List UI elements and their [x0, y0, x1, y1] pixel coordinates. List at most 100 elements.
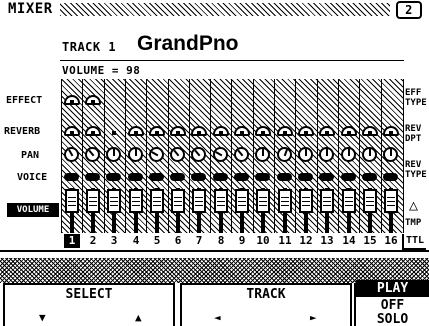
pan-knob-icon[interactable]: [319, 147, 334, 162]
reverb-level-icon[interactable]: [112, 131, 116, 135]
pan-knob-icon[interactable]: [362, 147, 377, 162]
volume-fader-handle[interactable]: [363, 189, 377, 213]
channel-number[interactable]: 11: [277, 234, 293, 248]
pan-pointer: [348, 149, 350, 156]
volume-fader-handle[interactable]: [235, 189, 249, 213]
volume-fader-handle[interactable]: [384, 189, 398, 213]
track-left-arrow-icon[interactable]: ◄: [214, 311, 221, 324]
volume-fader-handle[interactable]: [86, 189, 100, 213]
volume-fader-handle[interactable]: [299, 189, 313, 213]
voice-indicator-icon[interactable]: [213, 173, 228, 181]
channel-number[interactable]: 4: [128, 234, 144, 248]
track-button-group: TRACK ◄ ►: [180, 283, 352, 326]
channel-number[interactable]: 2: [85, 234, 101, 248]
pan-knob-icon[interactable]: [255, 147, 270, 162]
eff-type-button[interactable]: EFF TYPE: [405, 88, 427, 108]
channel-number[interactable]: 15: [362, 234, 378, 248]
total-button[interactable]: TTL: [402, 234, 426, 250]
voice-indicator-icon[interactable]: [362, 173, 377, 181]
reverb-level-icon[interactable]: [383, 126, 399, 136]
pan-knob-icon[interactable]: [85, 147, 100, 162]
volume-readout: VOLUME = 98: [62, 64, 141, 77]
track-right-arrow-icon[interactable]: ►: [310, 311, 317, 324]
voice-indicator-icon[interactable]: [383, 173, 398, 181]
play-off-option[interactable]: OFF: [356, 298, 429, 313]
pan-knob-icon[interactable]: [149, 147, 164, 162]
rev-depth-button[interactable]: REV DPT: [405, 124, 421, 144]
pan-knob-icon[interactable]: [64, 147, 79, 162]
volume-fader-handle[interactable]: [65, 189, 79, 213]
channel-number[interactable]: 7: [191, 234, 207, 248]
channel-number[interactable]: 3: [106, 234, 122, 248]
reverb-level-icon[interactable]: [64, 126, 80, 136]
reverb-level-icon[interactable]: [149, 126, 165, 136]
volume-fader-handle[interactable]: [256, 189, 270, 213]
reverb-level-icon[interactable]: [234, 126, 250, 136]
reverb-level-icon[interactable]: [255, 126, 271, 136]
channel-number[interactable]: 16: [383, 234, 399, 248]
channel-number[interactable]: 10: [255, 234, 271, 248]
channel-number[interactable]: 5: [149, 234, 165, 248]
volume-fader-handle[interactable]: [192, 189, 206, 213]
volume-fader-handle[interactable]: [278, 189, 292, 213]
pan-knob-icon[interactable]: [234, 147, 249, 162]
track-label: TRACK 1: [62, 40, 117, 54]
channel-number[interactable]: 6: [170, 234, 186, 248]
voice-indicator-icon[interactable]: [106, 173, 121, 181]
channel-number[interactable]: 1: [64, 234, 80, 248]
select-down-arrow-icon[interactable]: ▼: [39, 311, 46, 324]
volume-fader-handle[interactable]: [150, 189, 164, 213]
pan-knob-icon[interactable]: [191, 147, 206, 162]
voice-indicator-icon[interactable]: [255, 173, 270, 181]
voice-indicator-icon[interactable]: [191, 173, 206, 181]
reverb-level-icon[interactable]: [277, 126, 293, 136]
reverb-level-icon[interactable]: [213, 126, 229, 136]
volume-fader-handle[interactable]: [107, 189, 121, 213]
effect-on-icon[interactable]: [64, 95, 80, 105]
reverb-level-icon[interactable]: [128, 126, 144, 136]
voice-indicator-icon[interactable]: [298, 173, 313, 181]
tempo-button[interactable]: TMP: [405, 218, 421, 228]
reverb-level-icon[interactable]: [191, 126, 207, 136]
voice-indicator-icon[interactable]: [319, 173, 334, 181]
pan-knob-icon[interactable]: [277, 147, 292, 162]
voice-indicator-icon[interactable]: [149, 173, 164, 181]
pan-knob-icon[interactable]: [128, 147, 143, 162]
volume-fader-handle[interactable]: [129, 189, 143, 213]
voice-indicator-icon[interactable]: [170, 173, 185, 181]
pan-knob-icon[interactable]: [213, 147, 228, 162]
effect-on-icon[interactable]: [85, 95, 101, 105]
pan-knob-icon[interactable]: [106, 147, 121, 162]
volume-fader-handle[interactable]: [214, 189, 228, 213]
rev-type-button[interactable]: REV TYPE: [405, 160, 427, 180]
column-separator: [231, 79, 232, 233]
channel-number[interactable]: 8: [213, 234, 229, 248]
channel-number[interactable]: 14: [341, 234, 357, 248]
reverb-level-icon[interactable]: [298, 126, 314, 136]
row-label-volume[interactable]: VOLUME: [7, 203, 59, 217]
volume-fader-handle[interactable]: [171, 189, 185, 213]
voice-indicator-icon[interactable]: [341, 173, 356, 181]
pan-knob-icon[interactable]: [298, 147, 313, 162]
volume-fader-handle[interactable]: [320, 189, 334, 213]
reverb-level-icon[interactable]: [341, 126, 357, 136]
select-up-arrow-icon[interactable]: ▲: [135, 311, 142, 324]
voice-indicator-icon[interactable]: [277, 173, 292, 181]
voice-indicator-icon[interactable]: [85, 173, 100, 181]
play-solo-option[interactable]: SOLO: [356, 312, 429, 326]
pan-knob-icon[interactable]: [341, 147, 356, 162]
pan-knob-icon[interactable]: [170, 147, 185, 162]
voice-indicator-icon[interactable]: [64, 173, 79, 181]
voice-indicator-icon[interactable]: [234, 173, 249, 181]
channel-number[interactable]: 13: [319, 234, 335, 248]
pan-knob-icon[interactable]: [383, 147, 398, 162]
reverb-level-icon[interactable]: [362, 126, 378, 136]
reverb-level-icon[interactable]: [170, 126, 186, 136]
volume-fader-handle[interactable]: [342, 189, 356, 213]
page-number-badge[interactable]: 2: [396, 1, 422, 19]
channel-number[interactable]: 12: [298, 234, 314, 248]
reverb-level-icon[interactable]: [85, 126, 101, 136]
reverb-level-icon[interactable]: [319, 126, 335, 136]
voice-indicator-icon[interactable]: [128, 173, 143, 181]
channel-number[interactable]: 9: [234, 234, 250, 248]
